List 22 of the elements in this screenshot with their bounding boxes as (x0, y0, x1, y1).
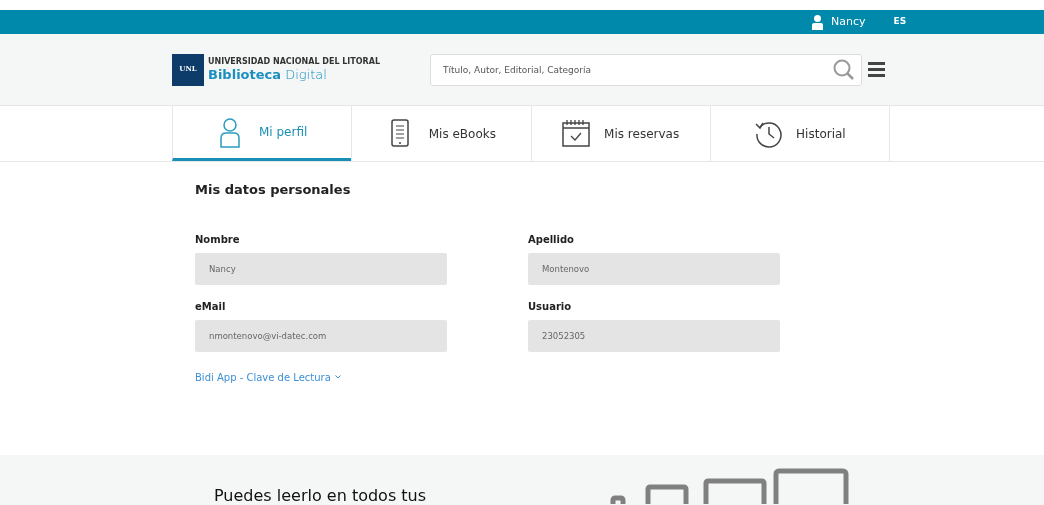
promo-heading: Puedes leerlo en todos tus (214, 484, 427, 505)
input-field[interactable]: nmontenovo@vi-datec.com (195, 319, 447, 352)
input-field[interactable]: Montenovo (528, 252, 780, 285)
user-name[interactable]: Nancy (831, 13, 866, 31)
field-label: Usuario (528, 299, 573, 314)
expand-link[interactable]: Bidi App - Clave de Lectura (195, 369, 341, 385)
nav-tab[interactable]: Mi perfil (172, 106, 352, 161)
input-field[interactable]: 23052305 (528, 319, 780, 352)
field-label: Apellido (528, 232, 575, 247)
field-label: Nombre (195, 232, 241, 247)
menu-icon[interactable] (868, 62, 886, 77)
calendar-icon (562, 118, 591, 149)
section-title: Mis datos personales (195, 181, 352, 199)
nav-tab[interactable]: Mis reservas (530, 106, 710, 161)
search-icon[interactable] (833, 58, 856, 81)
nav-tab[interactable]: Mis eBooks (351, 106, 531, 161)
input-field[interactable]: Nancy (195, 252, 447, 285)
field-label: eMail (195, 299, 227, 314)
user-icon (812, 14, 823, 30)
search-field[interactable]: Título, Autor, Editorial, Categoría (430, 53, 863, 86)
nav-tab[interactable]: Historial (709, 106, 889, 161)
language-selector[interactable]: ES (893, 15, 907, 29)
